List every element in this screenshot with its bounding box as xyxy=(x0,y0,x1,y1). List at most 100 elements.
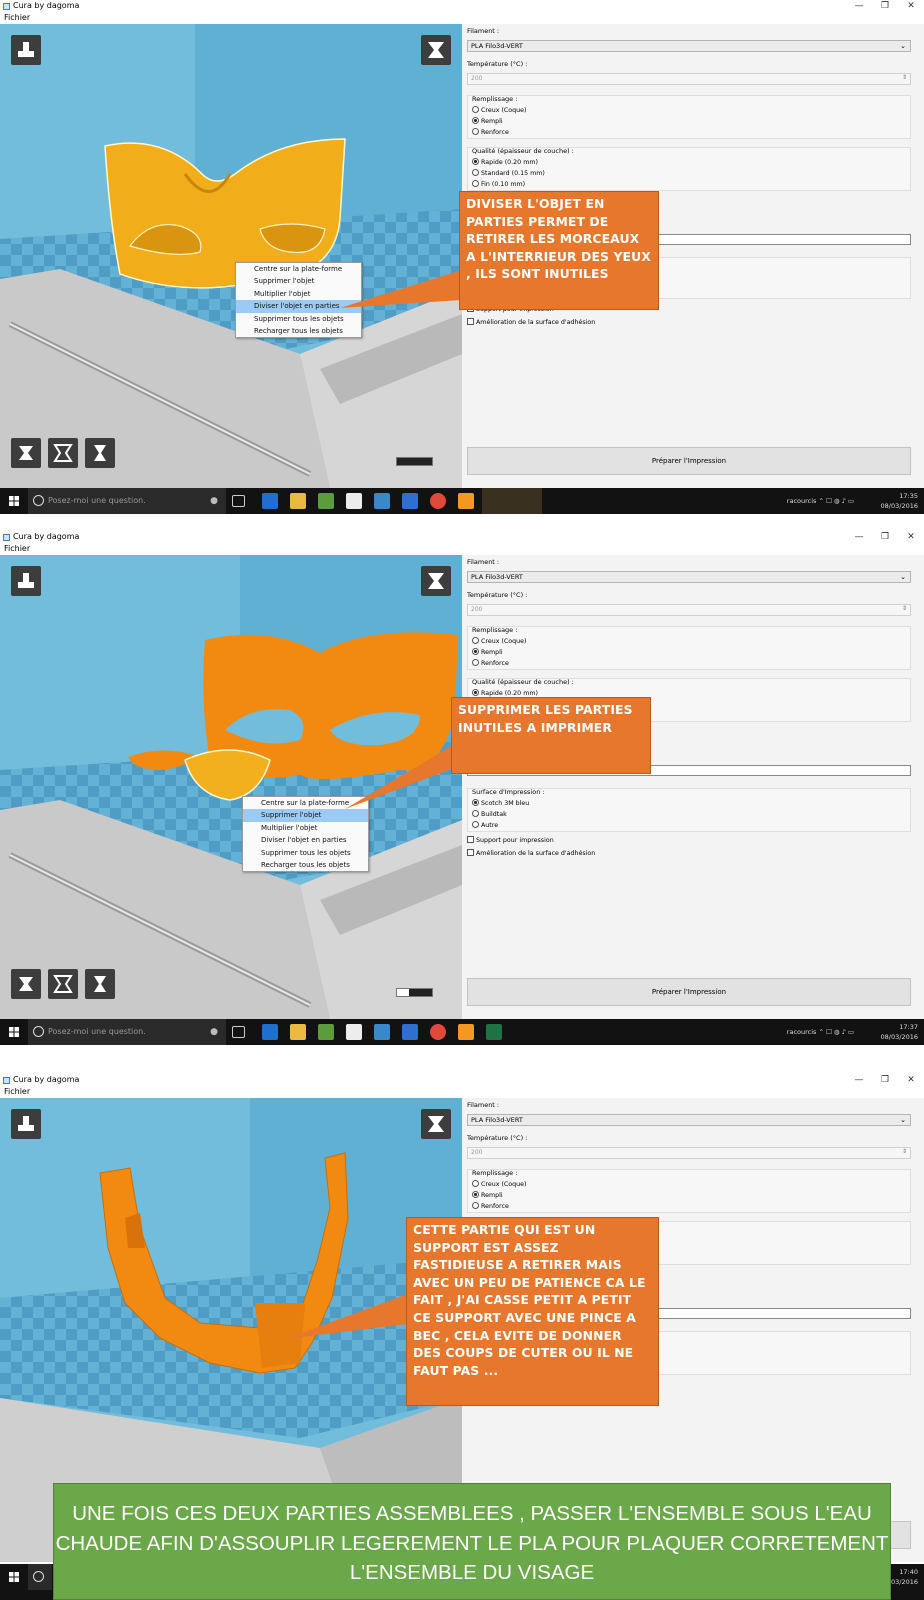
load-model-button[interactable] xyxy=(11,566,41,596)
menu-fichier[interactable]: Fichier xyxy=(0,543,924,555)
menu-item-center[interactable]: Centre sur la plate-forme xyxy=(243,797,368,809)
mirror-tool-button[interactable] xyxy=(85,969,115,999)
temperature-input[interactable]: 200 ⇕ xyxy=(467,73,911,85)
spin-arrows-icon: ⇕ xyxy=(901,1148,907,1155)
3d-viewport[interactable] xyxy=(0,555,462,1019)
cortana-search[interactable]: Posez-moi une question. ● xyxy=(28,488,226,514)
settings-gear-icon[interactable] xyxy=(402,1024,418,1040)
fill-group: Remplissage : Creux (Coque) Rempli Renfo… xyxy=(467,1169,911,1213)
temperature-input[interactable]: 200 ⇕ xyxy=(467,604,911,616)
filament-value: PLA Filo3d-VERT xyxy=(471,1116,523,1124)
title-bar: Cura by dagoma — ❐ ✕ xyxy=(0,1074,924,1086)
fill-option-rempli[interactable]: Rempli xyxy=(472,117,503,125)
view-mode-button[interactable] xyxy=(421,35,451,65)
start-button[interactable] xyxy=(0,1564,28,1590)
view-mode-button[interactable] xyxy=(421,566,451,596)
restore-button[interactable]: ❐ xyxy=(872,1074,898,1086)
surface-option-scotch[interactable]: Scotch 3M bleu xyxy=(472,799,529,807)
quality-option-rapide[interactable]: Rapide (0.20 mm) xyxy=(472,158,538,166)
edge-icon[interactable] xyxy=(262,1024,278,1040)
close-button[interactable]: ✕ xyxy=(898,531,924,543)
excel-icon[interactable] xyxy=(486,1024,502,1040)
surface-option-buildtak[interactable]: Buildtak xyxy=(472,810,507,818)
menu-item-delete[interactable]: Supprimer l'objet xyxy=(236,275,361,287)
fill-option-creux[interactable]: Creux (Coque) xyxy=(472,637,526,645)
fill-option-creux[interactable]: Creux (Coque) xyxy=(472,1180,526,1188)
prepare-print-button[interactable]: Préparer l'Impression xyxy=(467,978,911,1006)
store-icon[interactable] xyxy=(346,493,362,509)
load-model-button[interactable] xyxy=(11,1109,41,1139)
app-icon-3[interactable] xyxy=(318,493,334,509)
support-checkbox[interactable]: Support pour impression xyxy=(467,836,554,844)
cortana-search[interactable] xyxy=(28,1564,52,1590)
store-icon[interactable] xyxy=(346,1024,362,1040)
context-menu: Centre sur la plate-forme Supprimer l'ob… xyxy=(235,262,362,339)
menu-fichier[interactable]: Fichier xyxy=(0,12,924,24)
radio-icon xyxy=(472,128,479,135)
filament-select[interactable]: PLA Filo3d-VERT ⌄ xyxy=(467,1114,911,1126)
quality-option-fin[interactable]: Fin (0.10 mm) xyxy=(472,180,525,188)
menu-item-split[interactable]: Diviser l'objet en parties xyxy=(243,834,368,846)
scale-tool-button[interactable] xyxy=(48,438,78,468)
scale-tool-button[interactable] xyxy=(48,969,78,999)
quality-option-rapide[interactable]: Rapide (0.20 mm) xyxy=(472,689,538,697)
menu-item-delete[interactable]: Supprimer l'objet xyxy=(243,809,368,822)
radio-icon xyxy=(472,180,479,187)
edge-icon[interactable] xyxy=(262,493,278,509)
cura-icon[interactable] xyxy=(458,1024,474,1040)
filament-select[interactable]: PLA Filo3d-VERT ⌄ xyxy=(467,40,911,52)
view-mode-button[interactable] xyxy=(421,1109,451,1139)
menu-item-reload-all[interactable]: Recharger tous les objets xyxy=(236,325,361,337)
rotate-tool-button[interactable] xyxy=(11,969,41,999)
restore-button[interactable]: ❐ xyxy=(872,0,898,12)
minimize-button[interactable]: — xyxy=(846,0,872,12)
app-icon-5[interactable] xyxy=(374,1024,390,1040)
menu-item-split[interactable]: Diviser l'objet en parties xyxy=(236,300,361,313)
fill-option-rempli[interactable]: Rempli xyxy=(472,1191,503,1199)
task-view-icon[interactable] xyxy=(232,495,245,507)
app-icon-5[interactable] xyxy=(374,493,390,509)
quality-option-standard[interactable]: Standard (0.15 mm) xyxy=(472,169,545,177)
fill-option-renforce[interactable]: Renforce xyxy=(472,128,509,136)
chrome-icon[interactable] xyxy=(430,493,446,509)
microphone-icon: ● xyxy=(210,1027,218,1037)
app-icon-3[interactable] xyxy=(318,1024,334,1040)
menu-item-multiply[interactable]: Multiplier l'objet xyxy=(236,288,361,300)
menu-fichier[interactable]: Fichier xyxy=(0,1086,924,1098)
filament-select[interactable]: PLA Filo3d-VERT ⌄ xyxy=(467,571,911,583)
fill-option-rempli[interactable]: Rempli xyxy=(472,648,503,656)
menu-item-multiply[interactable]: Multiplier l'objet xyxy=(243,822,368,834)
clock[interactable]: 17:37 08/03/2016 xyxy=(858,1022,918,1042)
restore-button[interactable]: ❐ xyxy=(872,531,898,543)
fill-option-creux[interactable]: Creux (Coque) xyxy=(472,106,526,114)
start-button[interactable] xyxy=(0,1019,28,1045)
prepare-print-button[interactable]: Préparer l'Impression xyxy=(467,447,911,475)
start-button[interactable] xyxy=(0,488,28,514)
cortana-search[interactable]: Posez-moi une question. ● xyxy=(28,1019,226,1045)
close-button[interactable]: ✕ xyxy=(898,1074,924,1086)
task-view-icon[interactable] xyxy=(232,1026,245,1038)
fill-option-renforce[interactable]: Renforce xyxy=(472,1202,509,1210)
menu-item-delete-all[interactable]: Supprimer tous les objets xyxy=(236,313,361,325)
minimize-button[interactable]: — xyxy=(846,531,872,543)
clock[interactable]: 17:35 08/03/2016 xyxy=(858,491,918,511)
explorer-icon[interactable] xyxy=(290,493,306,509)
adhesion-checkbox[interactable]: Amélioration de la surface d'adhésion xyxy=(467,849,595,857)
cura-icon[interactable] xyxy=(458,493,474,509)
fill-option-renforce[interactable]: Renforce xyxy=(472,659,509,667)
adhesion-checkbox[interactable]: Amélioration de la surface d'adhésion xyxy=(467,318,595,326)
mirror-tool-button[interactable] xyxy=(85,438,115,468)
menu-item-reload-all[interactable]: Recharger tous les objets xyxy=(243,859,368,871)
settings-gear-icon[interactable] xyxy=(402,493,418,509)
chrome-icon[interactable] xyxy=(430,1024,446,1040)
load-model-button[interactable] xyxy=(11,35,41,65)
menu-item-delete-all[interactable]: Supprimer tous les objets xyxy=(243,847,368,859)
rotate-tool-button[interactable] xyxy=(11,438,41,468)
menu-item-center[interactable]: Centre sur la plate-forme xyxy=(236,263,361,275)
minimize-button[interactable]: — xyxy=(846,1074,872,1086)
close-button[interactable]: ✕ xyxy=(898,0,924,12)
surface-option-autre[interactable]: Autre xyxy=(472,821,498,829)
temperature-input[interactable]: 200 ⇕ xyxy=(467,1147,911,1159)
explorer-icon[interactable] xyxy=(290,1024,306,1040)
3d-viewport[interactable] xyxy=(0,24,462,488)
